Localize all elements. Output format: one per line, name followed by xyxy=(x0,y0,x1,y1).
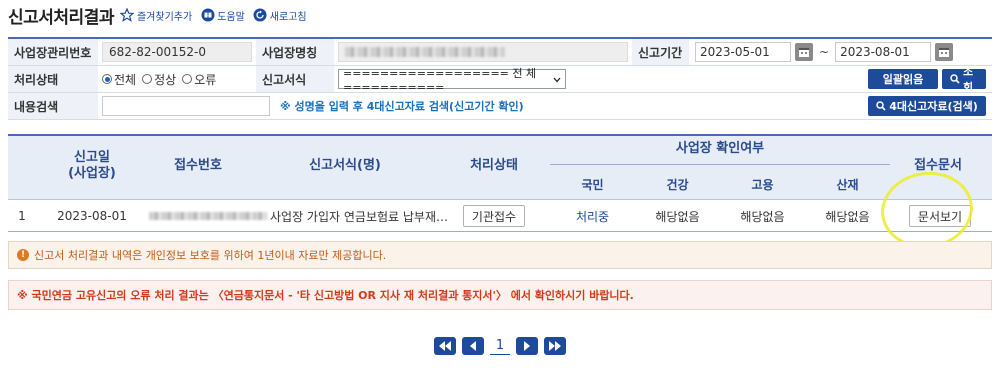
status-radio-error[interactable]: 오류 xyxy=(182,71,216,88)
row-pension: 처리중 xyxy=(575,209,610,224)
row-employment: 해당없음 xyxy=(740,209,785,224)
view-document-button[interactable]: 문서보기 xyxy=(908,205,972,227)
col-health: 건강 xyxy=(666,178,689,192)
period-label: 신고기간 xyxy=(632,39,689,65)
pension-error-notice: ※ 국민연금 고유신고의 오류 처리 결과는 〈연금통지문서 - '타 신고방법… xyxy=(8,280,992,310)
page-title: 신고서처리결과 xyxy=(8,7,114,28)
biz-name-field xyxy=(338,42,628,62)
pagination: 1 xyxy=(434,337,566,355)
form-row-1: 사업장관리번호 682-82-00152-0 사업장명칭 신고기간 2023-0… xyxy=(8,39,992,66)
double-chevron-right-icon xyxy=(549,341,561,351)
page-number[interactable]: 1 xyxy=(490,338,510,355)
table-header: 신고일 (사업장) 접수번호 신고서식(명) 처리상태 사업장 확인여부 국민 … xyxy=(8,136,992,200)
search-icon xyxy=(876,101,886,111)
book-icon xyxy=(200,8,215,23)
date-from-input[interactable]: 2023-05-01 xyxy=(695,42,791,62)
content-label: 내용검색 xyxy=(8,93,98,119)
chevron-right-icon xyxy=(523,341,531,351)
result-table: 신고일 (사업장) 접수번호 신고서식(명) 처리상태 사업장 확인여부 국민 … xyxy=(8,134,992,232)
status-radio-all[interactable]: 전체 xyxy=(102,71,136,88)
radio-icon xyxy=(142,74,153,84)
refresh-icon xyxy=(253,8,268,23)
search-button[interactable]: 조회 xyxy=(942,65,986,94)
info-icon: ! xyxy=(17,249,29,261)
col-receipt-no: 접수번호 xyxy=(174,158,222,173)
last-page-button[interactable] xyxy=(544,337,566,355)
col-doc: 접수문서 xyxy=(914,158,962,173)
date-separator: ~ xyxy=(819,45,830,59)
row-form-name: 사업장 가입자 연금보험료 납부재… xyxy=(270,209,449,224)
biz-no-field: 682-82-00152-0 xyxy=(102,42,252,62)
add-favorite-link[interactable]: 즐겨찾기추가 xyxy=(120,8,192,23)
form-row-2: 처리상태 전체 정상 오류 신고서식 ================== 전 … xyxy=(8,65,992,94)
form-type-select[interactable]: ================== 전 체 =========== xyxy=(338,67,566,94)
col-industrial: 산재 xyxy=(836,178,859,192)
col-employment: 고용 xyxy=(751,178,774,192)
status-label: 처리상태 xyxy=(8,66,98,92)
calendar-icon[interactable] xyxy=(935,43,954,61)
star-icon xyxy=(120,8,135,23)
row-industrial: 해당없음 xyxy=(825,209,870,224)
search-4major-button[interactable]: 4대신고자료(검색) xyxy=(868,96,986,116)
form-type-label: 신고서식 xyxy=(256,66,334,92)
header-divider xyxy=(550,164,890,165)
refresh-label: 새로고침 xyxy=(269,11,307,23)
search-form: 사업장관리번호 682-82-00152-0 사업장명칭 신고기간 2023-0… xyxy=(8,37,992,120)
refresh-link[interactable]: 새로고침 xyxy=(253,8,307,23)
status-radio-normal[interactable]: 정상 xyxy=(142,71,176,88)
prev-page-button[interactable] xyxy=(462,337,484,355)
date-to-input[interactable]: 2023-08-01 xyxy=(835,42,932,62)
col-status: 처리상태 xyxy=(470,158,518,173)
search-icon xyxy=(950,74,960,84)
biz-no-label: 사업장관리번호 xyxy=(8,39,98,65)
col-pension: 국민 xyxy=(581,178,604,192)
add-favorite-label: 즐겨찾기추가 xyxy=(136,11,193,23)
col-confirm-group: 사업장 확인여부 xyxy=(675,141,765,156)
search-hint: ※ 성명을 입력 후 4대신고자료 검색(신고기간 확인) xyxy=(280,100,524,113)
form-row-3: 내용검색 ※ 성명을 입력 후 4대신고자료 검색(신고기간 확인) 4대신고자… xyxy=(8,93,992,120)
col-date: 신고일 (사업장) xyxy=(68,150,116,181)
bulk-read-button[interactable]: 일괄읽음 xyxy=(868,69,938,89)
privacy-notice: ! 신고서 처리결과 내역은 개인정보 보호를 위하여 1년이내 자료만 제공합… xyxy=(8,241,992,269)
table-row: 1 2023-08-01 사업장 가입자 연금보험료 납부재… 기관접수 처리중… xyxy=(8,200,992,232)
radio-icon xyxy=(182,74,193,84)
chevron-left-icon xyxy=(469,341,477,351)
row-health: 해당없음 xyxy=(655,209,700,224)
biz-name-label: 사업장명칭 xyxy=(256,39,334,65)
redacted-receipt-no xyxy=(149,212,267,220)
help-label: 도움말 xyxy=(217,11,245,23)
next-page-button[interactable] xyxy=(516,337,538,355)
page-header: 신고서처리결과 즐겨찾기추가 도움말 새로고침 xyxy=(8,3,315,28)
row-number: 1 xyxy=(18,209,26,223)
double-chevron-left-icon xyxy=(439,341,451,351)
chevron-down-icon xyxy=(553,73,561,86)
status-button[interactable]: 기관접수 xyxy=(462,205,526,227)
row-date: 2023-08-01 xyxy=(57,209,127,223)
calendar-icon[interactable] xyxy=(795,43,813,61)
redacted-name xyxy=(345,47,505,57)
first-page-button[interactable] xyxy=(434,337,456,355)
row-receipt-no xyxy=(146,200,270,232)
radio-icon xyxy=(102,74,112,84)
content-search-input[interactable] xyxy=(102,96,270,116)
help-link[interactable]: 도움말 xyxy=(200,8,245,23)
col-form-name: 신고서식(명) xyxy=(309,158,381,173)
